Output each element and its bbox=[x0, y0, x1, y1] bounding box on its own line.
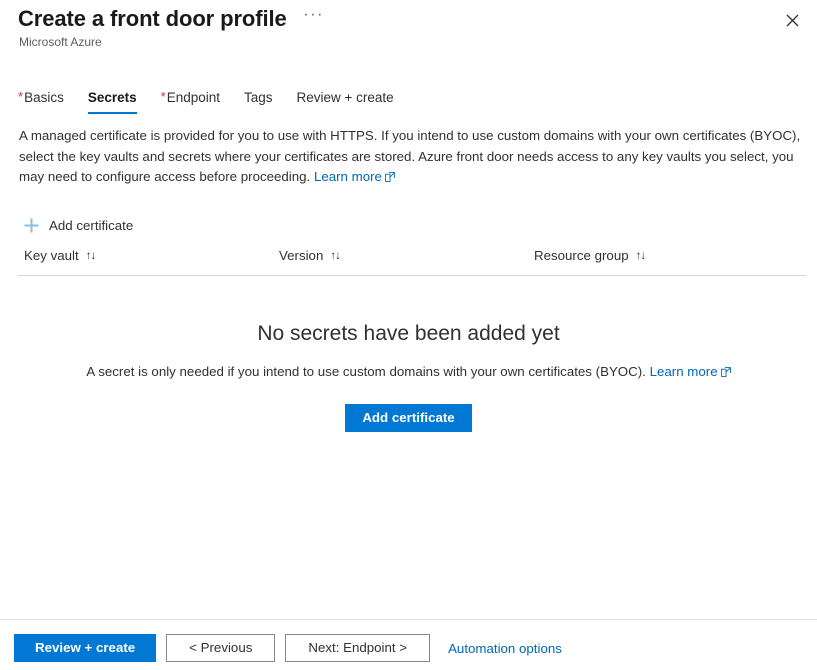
page-subtitle: Microsoft Azure bbox=[19, 35, 102, 49]
tab-basics[interactable]: *Basics bbox=[18, 90, 64, 114]
tab-label: Basics bbox=[24, 90, 64, 105]
empty-state-learn-more-link[interactable]: Learn more bbox=[650, 364, 718, 379]
sort-icon: ↑↓ bbox=[635, 249, 646, 262]
column-header-resource-group[interactable]: Resource group ↑↓ bbox=[534, 248, 646, 263]
tab-label: Secrets bbox=[87, 90, 137, 105]
tab-secrets[interactable]: Secrets bbox=[87, 90, 137, 114]
secrets-description: A managed certificate is provided for yo… bbox=[19, 126, 809, 189]
tab-review-create[interactable]: Review + create bbox=[297, 90, 394, 114]
plus-icon bbox=[22, 216, 40, 234]
next-endpoint-button[interactable]: Next: Endpoint > bbox=[285, 634, 431, 662]
footer-divider bbox=[0, 619, 817, 620]
blade-header: Create a front door profile ··· Microsof… bbox=[0, 0, 817, 62]
create-front-door-profile-blade: Create a front door profile ··· Microsof… bbox=[0, 0, 817, 670]
review-create-button[interactable]: Review + create bbox=[14, 634, 157, 662]
more-options-icon[interactable]: ··· bbox=[301, 7, 327, 31]
empty-state-description-text: A secret is only needed if you intend to… bbox=[86, 364, 646, 379]
table-header-row: Key vault ↑↓ Version ↑↓ Resource group ↑… bbox=[18, 248, 806, 276]
column-header-label: Resource group bbox=[534, 248, 629, 263]
external-link-icon bbox=[385, 168, 395, 189]
description-text: A managed certificate is provided for yo… bbox=[19, 128, 801, 184]
empty-state-action: Add certificate bbox=[0, 404, 817, 432]
tab-endpoint[interactable]: *Endpoint bbox=[161, 90, 220, 114]
tab-tags[interactable]: Tags bbox=[244, 90, 273, 114]
add-certificate-command[interactable]: Add certificate bbox=[22, 212, 133, 238]
wizard-tabs: *Basics Secrets *Endpoint Tags Review + … bbox=[18, 84, 418, 114]
previous-button[interactable]: < Previous bbox=[166, 634, 276, 662]
close-icon[interactable] bbox=[778, 6, 806, 34]
column-header-version[interactable]: Version ↑↓ bbox=[279, 248, 341, 263]
tab-label: Review + create bbox=[296, 90, 394, 105]
empty-state: No secrets have been added yet A secret … bbox=[0, 320, 817, 432]
required-asterisk: * bbox=[160, 89, 166, 104]
sort-icon: ↑↓ bbox=[85, 249, 96, 262]
tab-label: Tags bbox=[243, 90, 273, 105]
empty-state-title: No secrets have been added yet bbox=[257, 322, 560, 345]
tab-label: Endpoint bbox=[166, 90, 220, 105]
wizard-footer: Review + create < Previous Next: Endpoin… bbox=[14, 634, 562, 662]
sort-icon: ↑↓ bbox=[330, 249, 340, 262]
page-title: Create a front door profile bbox=[18, 6, 287, 31]
add-certificate-command-label: Add certificate bbox=[49, 217, 134, 233]
add-certificate-button[interactable]: Add certificate bbox=[345, 404, 472, 432]
required-asterisk: * bbox=[18, 89, 24, 104]
column-header-label: Key vault bbox=[24, 248, 79, 263]
table-header-divider bbox=[18, 275, 806, 276]
column-header-key-vault[interactable]: Key vault ↑↓ bbox=[24, 248, 96, 263]
empty-state-description: A secret is only needed if you intend to… bbox=[0, 362, 817, 383]
external-link-icon bbox=[720, 363, 731, 383]
learn-more-link[interactable]: Learn more bbox=[314, 169, 382, 184]
column-header-label: Version bbox=[279, 248, 324, 263]
title-row: Create a front door profile ··· bbox=[18, 5, 327, 33]
automation-options-link[interactable]: Automation options bbox=[448, 641, 562, 656]
secrets-table: Key vault ↑↓ Version ↑↓ Resource group ↑… bbox=[18, 248, 806, 276]
